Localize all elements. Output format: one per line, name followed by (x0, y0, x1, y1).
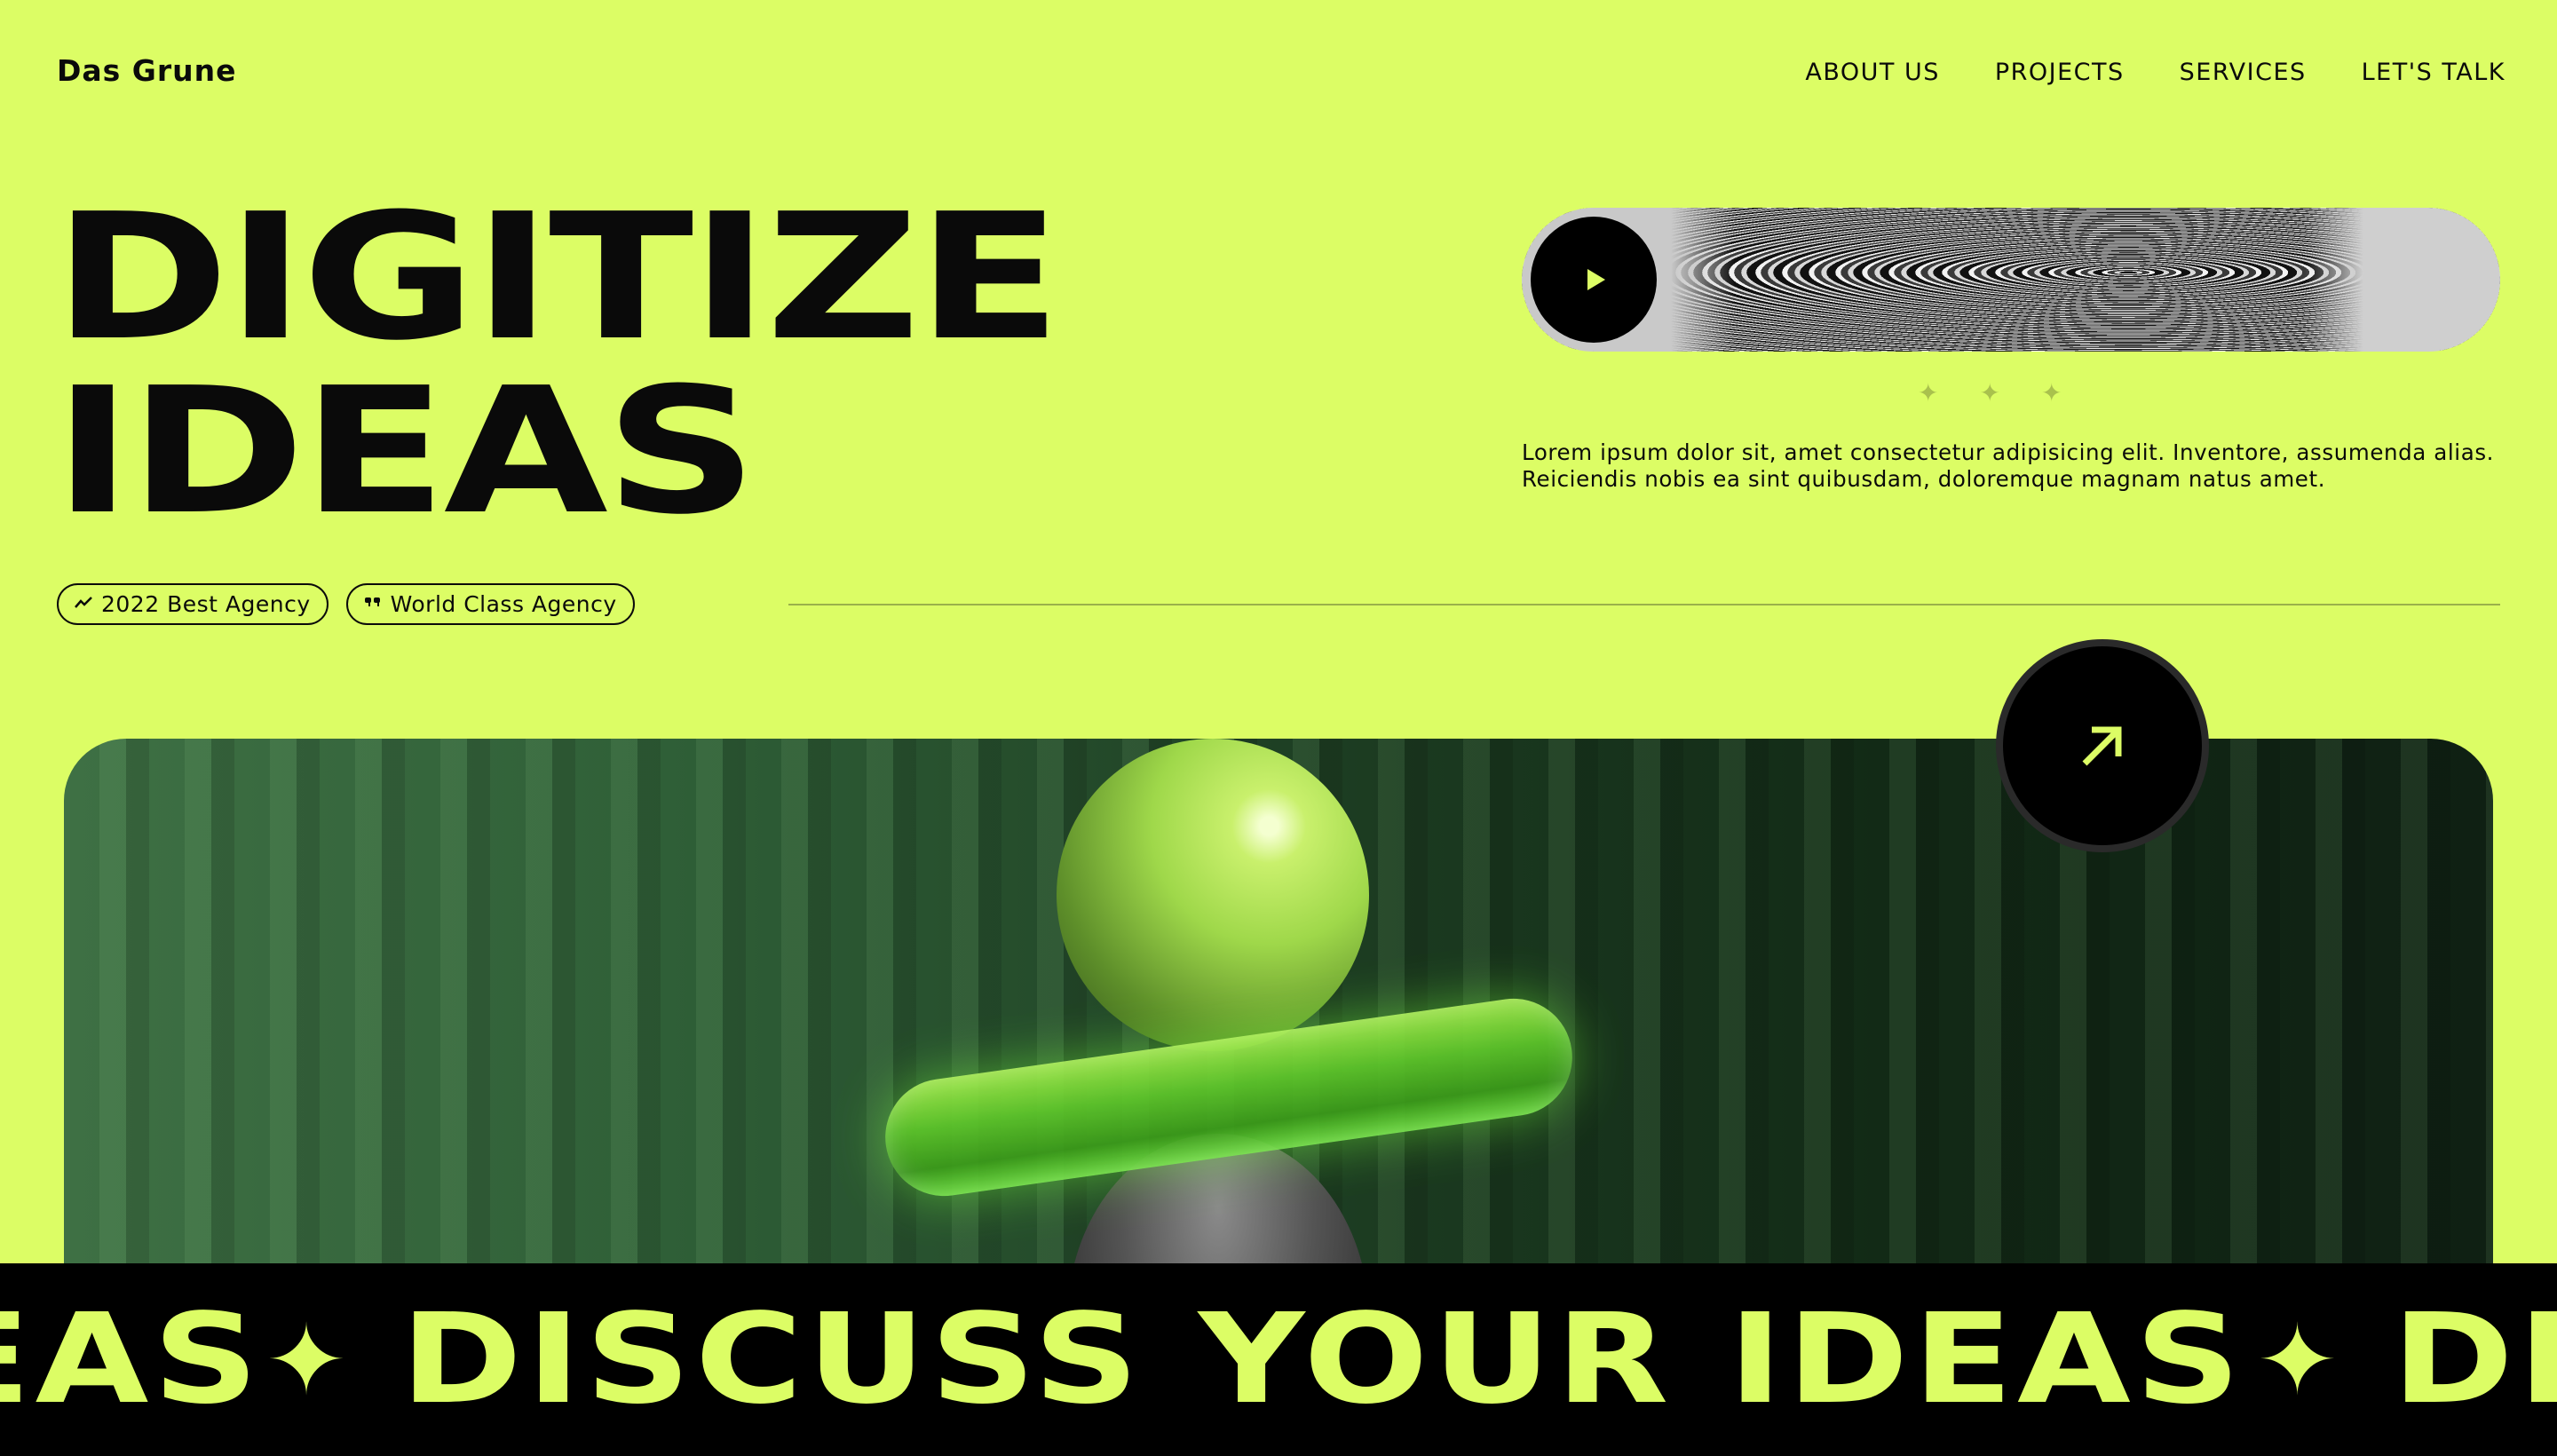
nav-about-us[interactable]: ABOUT US (1805, 59, 1940, 86)
arrow-up-right-icon (2082, 726, 2122, 766)
marquee-text: DISC (2391, 1287, 2557, 1432)
sparkle-icon: ✦ (1918, 378, 1939, 408)
sparkle-icon: ✦ (1979, 378, 2000, 408)
hero-title-line-2: IDEAS (53, 351, 757, 553)
sparkle-divider: ✦ ✦ ✦ (1918, 378, 2062, 408)
sphere-shape (1057, 739, 1369, 1051)
marquee-banner: EAS ✦ DISCUSS YOUR IDEAS ✦ DISC (0, 1263, 2557, 1456)
marquee-text: DISCUSS YOUR IDEAS (400, 1287, 2245, 1432)
arrow-up-right-button[interactable] (1996, 639, 2209, 852)
badge-world-class[interactable]: World Class Agency (345, 583, 635, 625)
play-icon (1587, 269, 1605, 290)
nav-services[interactable]: SERVICES (2180, 59, 2307, 86)
badge-label: World Class Agency (390, 591, 617, 617)
badges: 2022 Best Agency World Class Agency (57, 583, 635, 625)
nav-projects[interactable]: PROJECTS (1995, 59, 2125, 86)
sparkle-icon: ✦ (2040, 378, 2062, 408)
hero-description: Lorem ipsum dolor sit, amet consectetur … (1522, 439, 2495, 492)
badge-label: 2022 Best Agency (101, 591, 311, 617)
main-nav: ABOUT US PROJECTS SERVICES LET'S TALK (1805, 59, 2506, 86)
divider (788, 604, 2500, 605)
brand-logo[interactable]: Das Grune (57, 53, 237, 88)
quote-icon (364, 595, 382, 613)
play-button[interactable] (1531, 217, 1657, 343)
video-fade (2305, 208, 2500, 352)
hero-title-line-1: DIGITIZE (53, 177, 1062, 379)
nav-lets-talk[interactable]: LET'S TALK (2362, 59, 2506, 86)
badge-best-agency[interactable]: 2022 Best Agency (57, 583, 329, 625)
hero-title: DIGITIZE IDEAS (53, 177, 1062, 553)
video-preview[interactable] (1522, 208, 2500, 352)
star-icon: ✦ (265, 1303, 347, 1417)
marquee-track: EAS ✦ DISCUSS YOUR IDEAS ✦ DISC (0, 1294, 2557, 1427)
marquee-text: EAS (0, 1287, 263, 1432)
star-icon: ✦ (2256, 1303, 2339, 1417)
trend-icon (75, 595, 92, 613)
